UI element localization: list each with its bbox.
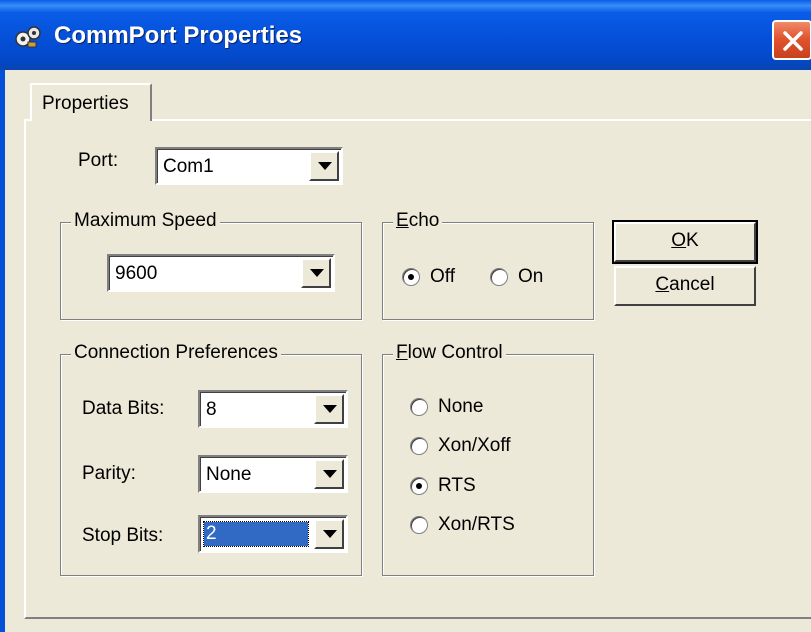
flow-xon-rts-label: Xon/RTS [438, 514, 515, 535]
maximum-speed-legend: Maximum Speed [71, 210, 220, 232]
flow-xon-rts-radio[interactable]: Xon/RTS [410, 514, 515, 536]
data-bits-value: 8 [206, 399, 217, 420]
echo-legend-rest: cho [408, 210, 440, 231]
flow-rts-label: RTS [438, 475, 476, 496]
echo-off-radio[interactable]: Off [402, 266, 455, 288]
window-left-border [0, 70, 5, 632]
radio-off-icon [410, 437, 428, 455]
echo-legend: Echo [393, 210, 443, 232]
ok-button[interactable]: OK [612, 220, 758, 264]
radio-off-icon [410, 516, 428, 534]
flow-control-legend-accel: F [396, 342, 408, 363]
tab-label: Properties [42, 93, 129, 114]
stop-bits-select[interactable]: 2 [198, 515, 348, 553]
ok-accel: O [671, 230, 687, 251]
cancel-button[interactable]: Cancel [614, 266, 756, 306]
radio-on-icon [410, 477, 428, 495]
flow-xon-xoff-label: Xon/Xoff [438, 435, 511, 456]
cancel-accel: C [655, 274, 670, 295]
flow-control-legend: Flow Control [393, 342, 506, 364]
radio-on-icon [402, 268, 420, 286]
chevron-down-icon [323, 530, 337, 538]
tab-properties[interactable]: Properties [30, 83, 152, 121]
cancel-rest: ancel [669, 274, 715, 295]
data-bits-label: Data Bits: [82, 398, 165, 419]
maximum-speed-value: 9600 [115, 263, 158, 284]
port-select[interactable]: Com1 [155, 147, 343, 185]
parity-select[interactable]: None [198, 455, 348, 493]
flow-none-label: None [438, 396, 484, 417]
data-bits-select[interactable]: 8 [198, 390, 348, 428]
echo-legend-accel: E [396, 210, 409, 231]
flow-none-radio[interactable]: None [410, 396, 483, 418]
stop-bits-label: Stop Bits: [82, 525, 164, 546]
echo-off-label: Off [430, 266, 455, 287]
radio-off-icon [490, 268, 508, 286]
connection-preferences-legend: Connection Preferences [71, 342, 281, 364]
data-bits-dropdown-button[interactable] [314, 394, 344, 424]
title-bar[interactable]: CommPort Properties [0, 0, 811, 70]
close-button[interactable] [772, 20, 811, 60]
chevron-down-icon [310, 269, 324, 277]
flow-control-legend-rest: low Control [407, 342, 503, 363]
chevron-down-icon [323, 405, 337, 413]
close-icon [783, 31, 803, 51]
maximum-speed-dropdown-button[interactable] [301, 258, 331, 288]
radio-off-icon [410, 398, 428, 416]
port-value: Com1 [163, 156, 214, 177]
ok-rest: K [686, 230, 699, 251]
parity-value: None [206, 464, 252, 485]
stop-bits-value: 2 [203, 521, 309, 547]
flow-xon-xoff-radio[interactable]: Xon/Xoff [410, 435, 511, 457]
stop-bits-dropdown-button[interactable] [314, 519, 344, 549]
echo-on-label: On [518, 266, 544, 287]
maximum-speed-select[interactable]: 9600 [107, 254, 335, 292]
parity-label: Parity: [82, 463, 136, 484]
window-title: CommPort Properties [54, 22, 303, 49]
comm-port-icon [14, 24, 44, 50]
chevron-down-icon [323, 470, 337, 478]
echo-on-radio[interactable]: On [490, 266, 543, 288]
flow-control-group: Flow Control [382, 342, 594, 576]
port-label: Port: [78, 150, 119, 171]
port-dropdown-button[interactable] [309, 151, 339, 181]
flow-rts-radio[interactable]: RTS [410, 475, 476, 497]
parity-dropdown-button[interactable] [314, 459, 344, 489]
chevron-down-icon [318, 162, 332, 170]
